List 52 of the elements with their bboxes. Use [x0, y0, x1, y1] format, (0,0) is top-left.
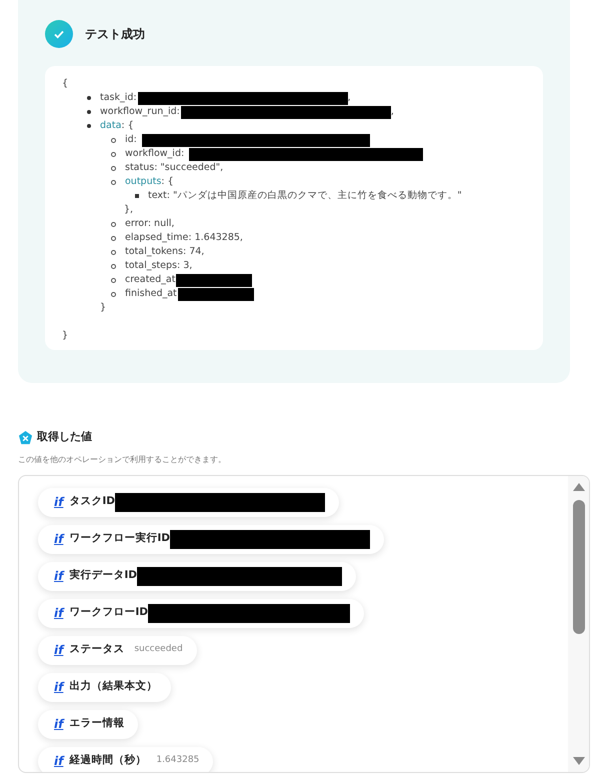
value-chip[interactable]: if ワークフロー実行ID	[38, 524, 384, 554]
bullet-icon	[87, 110, 91, 114]
value-chip[interactable]: if ステータス succeeded	[38, 636, 197, 664]
json-key-link[interactable]: data	[100, 120, 122, 131]
scroll-up-icon[interactable]	[572, 482, 586, 492]
json-key-link[interactable]: outputs	[125, 176, 162, 187]
bullet-icon	[111, 278, 116, 282]
json-line: status: "succeeded",	[125, 161, 224, 175]
variable-icon	[18, 430, 33, 445]
value-chip[interactable]: if ワークフローID	[38, 598, 364, 628]
brace-text: {	[62, 77, 68, 91]
json-line: created_at	[125, 273, 176, 287]
brace-text: }	[100, 301, 106, 315]
value-chip[interactable]: if エラー情報	[38, 710, 138, 738]
bullet-icon	[111, 222, 116, 226]
brace-text: }	[62, 329, 68, 343]
value-chip[interactable]: if タスクID	[38, 488, 339, 516]
json-line: ,	[390, 105, 394, 119]
bullet-icon	[111, 138, 116, 142]
check-icon	[45, 20, 73, 48]
json-line: total_tokens: 74,	[125, 245, 204, 259]
bullet-icon	[111, 166, 116, 170]
status-title: テスト成功	[85, 26, 145, 43]
json-line: workflow_id:	[125, 147, 184, 161]
bullet-icon	[111, 292, 116, 296]
json-line: id:	[125, 133, 137, 147]
json-line: total_steps: 3,	[125, 259, 192, 273]
scroll-down-icon[interactable]	[572, 756, 586, 766]
json-line: elapsed_time: 1.643285,	[125, 231, 243, 245]
json-line: error: null,	[125, 217, 174, 231]
bullet-icon	[111, 264, 116, 268]
section-subtitle: この値を他のオペレーションで利用することができます。	[18, 454, 227, 466]
brace-text: },	[124, 203, 134, 217]
bullet-icon	[111, 180, 116, 184]
json-line: ,	[348, 91, 351, 105]
bullet-icon	[111, 152, 116, 156]
section-title: 取得した値	[37, 429, 92, 445]
value-chip[interactable]: if 出力（結果本文）	[38, 672, 172, 702]
bullet-icon	[87, 124, 91, 128]
bullet-icon	[135, 194, 139, 198]
json-line: outputs: {	[125, 175, 174, 189]
json-line: text: "パンダは中国原産の白黒のクマで、主に竹を食べる動物です。"	[148, 189, 462, 203]
value-chip[interactable]: if 実行データID	[38, 562, 356, 590]
bullet-icon	[111, 250, 116, 254]
bullet-icon	[111, 236, 116, 240]
value-chip[interactable]: if 経過時間（秒） 1.643285	[38, 746, 214, 772]
bullet-icon	[87, 96, 91, 100]
json-line: finished_at	[125, 287, 177, 301]
json-line: workflow_run_id:	[100, 105, 180, 119]
scrollbar-thumb[interactable]	[572, 500, 584, 634]
json-line: data: {	[100, 119, 134, 133]
json-line: task_id:	[100, 91, 137, 105]
